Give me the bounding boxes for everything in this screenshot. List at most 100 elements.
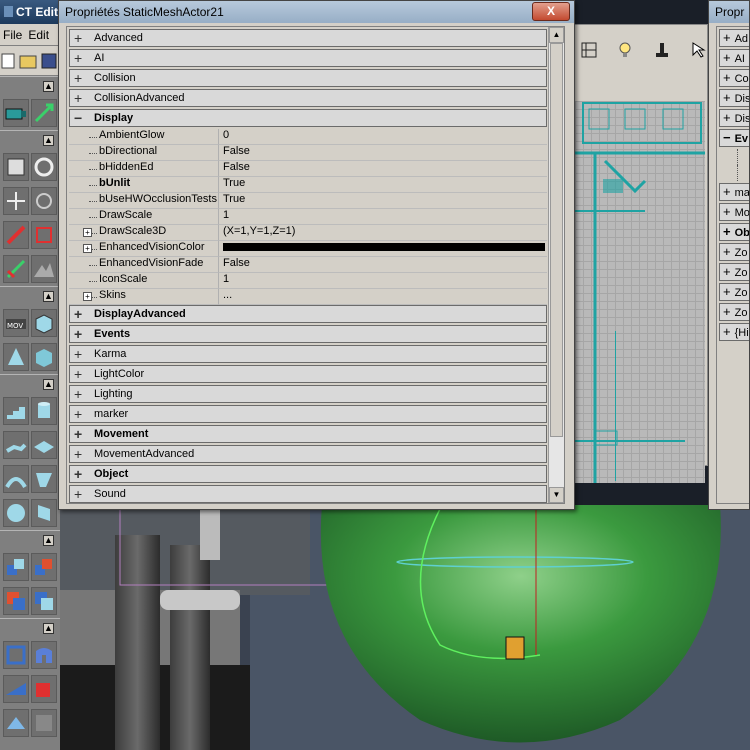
scale-icon[interactable]: [3, 187, 29, 215]
category-row[interactable]: + Events: [69, 325, 547, 343]
property-value[interactable]: True: [219, 193, 547, 209]
property-row[interactable]: IconScale 1: [69, 273, 547, 289]
category-row[interactable]: + Zo: [719, 263, 749, 281]
property-value[interactable]: ...: [219, 289, 547, 305]
camera-icon[interactable]: [3, 99, 29, 127]
category-row[interactable]: + Ad: [719, 29, 749, 47]
category-row[interactable]: + {Hi: [719, 323, 749, 341]
category-row[interactable]: + CollisionAdvanced: [69, 89, 547, 107]
category-row[interactable]: + Mo: [719, 203, 749, 221]
category-row[interactable]: + AI: [719, 49, 749, 67]
property-row[interactable]: bUseHWOcclusionTests True: [69, 193, 547, 209]
category-row[interactable]: + Karma: [69, 345, 547, 363]
sphere-icon[interactable]: [3, 499, 29, 527]
expand-plus-icon[interactable]: +: [74, 407, 88, 421]
polygon-icon[interactable]: [3, 221, 29, 249]
property-row[interactable]: DrawScale 1: [69, 209, 547, 225]
expand-plus-icon[interactable]: +: [723, 70, 731, 85]
category-row[interactable]: + Collision: [69, 69, 547, 87]
property-value[interactable]: True: [219, 177, 547, 193]
category-row[interactable]: + Zo: [719, 283, 749, 301]
add-antiportal-icon[interactable]: [31, 675, 57, 703]
rotate-icon[interactable]: [31, 153, 57, 181]
property-row[interactable]: bUnlit True: [69, 177, 547, 193]
property-value[interactable]: [219, 241, 547, 257]
sheet-icon[interactable]: [31, 431, 57, 459]
expand-plus-icon[interactable]: +: [74, 487, 88, 501]
ortho-top-view[interactable]: [575, 101, 705, 483]
category-row[interactable]: + Zo: [719, 303, 749, 321]
properties-scrollbar[interactable]: ▲ ▼: [548, 27, 564, 503]
category-row[interactable]: + Movement: [69, 425, 547, 443]
expand-plus-icon[interactable]: +: [74, 71, 88, 85]
category-row[interactable]: + Dis: [719, 109, 749, 127]
property-row[interactable]: [737, 165, 749, 181]
light-icon[interactable]: [617, 41, 633, 62]
category-row[interactable]: + Advanced: [69, 29, 547, 47]
category-row[interactable]: + Zo: [719, 243, 749, 261]
property-row[interactable]: + EnhancedVisionColor: [69, 241, 547, 257]
collapse-section-icon[interactable]: ▲: [43, 81, 54, 92]
menu-file[interactable]: File: [0, 24, 25, 46]
property-value[interactable]: 1: [219, 273, 547, 289]
close-button[interactable]: X: [532, 2, 570, 21]
cube-icon[interactable]: [31, 309, 57, 337]
expand-plus-icon[interactable]: +: [723, 184, 731, 199]
expand-plus-icon[interactable]: +: [83, 292, 92, 301]
expand-plus-icon[interactable]: +: [74, 91, 88, 105]
category-row[interactable]: + Lighting: [69, 385, 547, 403]
collapse-section-icon[interactable]: ▲: [43, 535, 54, 546]
spiral-stairs-icon[interactable]: [3, 431, 29, 459]
property-value[interactable]: 0: [219, 129, 547, 145]
expand-plus-icon[interactable]: +: [83, 228, 92, 237]
secondary-titlebar[interactable]: Propr: [709, 1, 749, 23]
snap-icon[interactable]: [581, 42, 597, 61]
expand-plus-icon[interactable]: +: [723, 110, 731, 125]
volume-icon[interactable]: [3, 709, 29, 737]
property-row[interactable]: AmbientGlow 0: [69, 129, 547, 145]
property-value[interactable]: (X=1,Y=1,Z=1): [219, 225, 547, 241]
category-row[interactable]: + MovementAdvanced: [69, 445, 547, 463]
expand-plus-icon[interactable]: +: [723, 204, 731, 219]
expand-plus-icon[interactable]: +: [74, 327, 88, 341]
mover-icon[interactable]: [31, 641, 57, 669]
cylinder-icon[interactable]: [31, 397, 57, 425]
expand-plus-icon[interactable]: +: [74, 307, 88, 321]
category-row[interactable]: + Dis: [719, 89, 749, 107]
property-row[interactable]: + Skins...: [69, 289, 547, 305]
select-icon[interactable]: [3, 641, 29, 669]
expand-plus-icon[interactable]: +: [723, 90, 731, 105]
hide-icon[interactable]: [31, 709, 57, 737]
deintersect-icon[interactable]: [31, 587, 57, 615]
help-cursor-icon[interactable]: [691, 41, 709, 62]
category-row[interactable]: + Sound: [69, 485, 547, 503]
property-row[interactable]: [737, 149, 749, 165]
property-value[interactable]: False: [219, 257, 547, 273]
expand-plus-icon[interactable]: +: [723, 304, 731, 319]
expand-plus-icon[interactable]: +: [74, 367, 88, 381]
color-swatch[interactable]: [223, 243, 545, 252]
property-row[interactable]: EnhancedVisionFade False: [69, 257, 547, 273]
mirror-icon[interactable]: [3, 255, 29, 283]
box-icon[interactable]: [31, 343, 57, 371]
property-value[interactable]: False: [219, 161, 547, 177]
category-row[interactable]: + LightColor: [69, 365, 547, 383]
perspective-viewport[interactable]: [60, 505, 750, 750]
category-row[interactable]: + Ob: [719, 223, 749, 241]
expand-plus-icon[interactable]: +: [723, 244, 731, 259]
cone-icon[interactable]: [3, 343, 29, 371]
expand-plus-icon[interactable]: +: [723, 284, 731, 299]
category-row-expanded[interactable]: − Display: [69, 109, 547, 127]
expand-plus-icon[interactable]: +: [723, 264, 731, 279]
volumetric-icon[interactable]: [31, 465, 57, 493]
expand-plus-icon[interactable]: +: [74, 347, 88, 361]
texture-pan-icon[interactable]: [31, 221, 57, 249]
terrain-icon[interactable]: [31, 255, 57, 283]
property-value[interactable]: 1: [219, 209, 547, 225]
expand-plus-icon[interactable]: +: [74, 447, 88, 461]
scroll-up-icon[interactable]: ▲: [549, 27, 564, 43]
brush-clip-icon[interactable]: [3, 153, 29, 181]
category-row[interactable]: + DisplayAdvanced: [69, 305, 547, 323]
stairs-icon[interactable]: [3, 397, 29, 425]
collapse-section-icon[interactable]: ▲: [43, 135, 54, 146]
